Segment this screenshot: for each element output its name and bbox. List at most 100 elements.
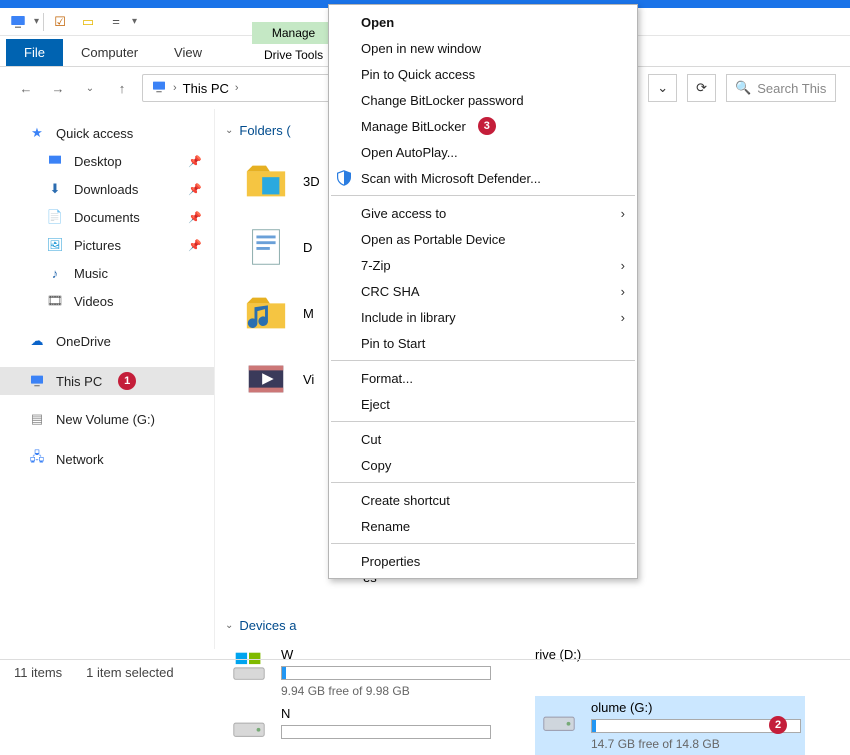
back-button[interactable]: ← <box>14 76 38 100</box>
ctx-crc-sha[interactable]: CRC SHA› <box>329 278 637 304</box>
sidebar-item-label: Quick access <box>56 126 133 141</box>
sidebar-item-label: New Volume (G:) <box>56 412 155 427</box>
drive-g-new-volume[interactable]: olume (G:) 14.7 GB free of 14.8 GB 2 <box>535 696 805 755</box>
sidebar-item-label: Documents <box>74 210 140 225</box>
sidebar-item-onedrive[interactable]: ☁ OneDrive <box>0 327 214 355</box>
desktop-icon <box>46 152 64 170</box>
section-label: Devices a <box>239 618 296 633</box>
shield-icon <box>335 169 353 187</box>
sidebar-item-label: Music <box>74 266 108 281</box>
breadcrumb-this-pc[interactable]: This PC <box>183 81 229 96</box>
separator <box>331 360 635 361</box>
tab-file[interactable]: File <box>6 39 63 66</box>
ctx-eject[interactable]: Eject <box>329 391 637 417</box>
pc-icon <box>28 372 46 390</box>
ctx-pin-quick-access[interactable]: Pin to Quick access <box>329 61 637 87</box>
sidebar-item-label: Desktop <box>74 154 122 169</box>
ctx-pin-to-start[interactable]: Pin to Start <box>329 330 637 356</box>
document-folder-icon <box>243 224 289 270</box>
drive-label: olume (G:) <box>591 700 801 715</box>
status-bar: 11 items 1 item selected <box>0 659 850 685</box>
folder-label: Vi <box>303 372 314 387</box>
status-selected-count: 1 item selected <box>86 665 173 680</box>
ctx-give-access-to[interactable]: Give access to› <box>329 200 637 226</box>
ctx-include-in-library[interactable]: Include in library› <box>329 304 637 330</box>
up-button[interactable]: ↑ <box>110 76 134 100</box>
sidebar-item-this-pc[interactable]: This PC 1 <box>0 367 214 395</box>
drive-free-text: 14.7 GB free of 14.8 GB <box>591 737 801 751</box>
folder-label: M <box>303 306 314 321</box>
ctx-scan-defender[interactable]: Scan with Microsoft Defender... <box>329 165 637 191</box>
check-icon[interactable]: ☑ <box>48 12 72 32</box>
chevron-right-icon: › <box>621 206 625 221</box>
ctx-item-label: Scan with Microsoft Defender... <box>361 171 541 186</box>
drive-icon <box>539 700 579 738</box>
tab-drive-tools[interactable]: Drive Tools <box>248 44 339 66</box>
sidebar-item-documents[interactable]: 📄 Documents 📌 <box>0 203 214 231</box>
ctx-rename[interactable]: Rename <box>329 513 637 539</box>
forward-button[interactable]: → <box>46 76 70 100</box>
document-icon: 📄 <box>46 208 64 226</box>
ctx-cut[interactable]: Cut <box>329 426 637 452</box>
music-folder-icon <box>243 290 289 336</box>
sidebar-item-quick-access[interactable]: ★ Quick access <box>0 119 214 147</box>
ctx-7zip[interactable]: 7-Zip › <box>329 252 637 278</box>
section-label: Folders ( <box>239 123 290 138</box>
callout-badge-2: 2 <box>769 716 787 734</box>
qat-chevron2-icon[interactable]: ▾ <box>132 16 137 27</box>
ctx-change-bitlocker-password[interactable]: Change BitLocker password <box>329 87 637 113</box>
section-devices-header[interactable]: ⌄ Devices a <box>225 618 840 633</box>
folder-label: 3D <box>303 174 320 189</box>
sidebar-item-music[interactable]: ♪ Music <box>0 259 214 287</box>
ctx-create-shortcut[interactable]: Create shortcut <box>329 487 637 513</box>
sidebar-item-desktop[interactable]: Desktop 📌 <box>0 147 214 175</box>
viewmode-dropdown[interactable]: ⌄ <box>648 74 677 102</box>
folder-3d-icon <box>243 158 289 204</box>
ctx-item-label: 7-Zip <box>361 258 391 273</box>
ctx-open-new-window[interactable]: Open in new window <box>329 35 637 61</box>
sidebar-item-new-volume[interactable]: ▤ New Volume (G:) <box>0 405 214 433</box>
recent-chevron-icon[interactable]: ⌄ <box>78 76 102 100</box>
ctx-item-label: Include in library <box>361 310 456 325</box>
chevron-right-icon: › <box>621 258 625 273</box>
equals-icon[interactable]: = <box>104 12 128 32</box>
tab-manage-header: Manage <box>252 22 335 44</box>
drive-icon <box>229 706 269 744</box>
network-icon: 🖧 <box>28 450 46 468</box>
chevron-down-icon: ⌄ <box>225 620 233 631</box>
pc-icon <box>6 12 30 32</box>
separator <box>331 482 635 483</box>
folder-label: D <box>303 240 312 255</box>
ctx-item-label: CRC SHA <box>361 284 420 299</box>
ctx-open[interactable]: Open <box>329 9 637 35</box>
pc-icon <box>151 79 167 98</box>
sidebar-item-pictures[interactable]: 🖼 Pictures 📌 <box>0 231 214 259</box>
search-box[interactable]: 🔍 Search This <box>726 74 836 102</box>
status-item-count: 11 items <box>14 665 62 680</box>
ctx-properties[interactable]: Properties <box>329 548 637 574</box>
star-icon: ★ <box>28 124 46 142</box>
ctx-format[interactable]: Format... <box>329 365 637 391</box>
download-icon: ⬇ <box>46 180 64 198</box>
sidebar-item-videos[interactable]: 🎞 Videos <box>0 287 214 315</box>
sidebar-item-network[interactable]: 🖧 Network <box>0 445 214 473</box>
sidebar-item-label: Network <box>56 452 104 467</box>
ctx-open-portable-device[interactable]: Open as Portable Device <box>329 226 637 252</box>
chevron-right-icon: › <box>235 82 239 94</box>
ctx-item-label: Manage BitLocker <box>361 119 466 134</box>
tab-computer[interactable]: Computer <box>63 39 156 66</box>
drive-label: N <box>281 706 491 721</box>
ctx-open-autoplay[interactable]: Open AutoPlay... <box>329 139 637 165</box>
ctx-copy[interactable]: Copy <box>329 452 637 478</box>
refresh-button[interactable]: ⟳ <box>687 74 716 102</box>
qat-chevron-icon[interactable]: ▾ <box>34 16 39 27</box>
cloud-icon: ☁ <box>28 332 46 350</box>
separator <box>331 195 635 196</box>
folder-small-icon[interactable]: ▭ <box>76 12 100 32</box>
video-icon: 🎞 <box>46 292 64 310</box>
sidebar-item-downloads[interactable]: ⬇ Downloads 📌 <box>0 175 214 203</box>
separator <box>43 13 44 31</box>
tab-view[interactable]: View <box>156 39 220 66</box>
sidebar-item-label: Videos <box>74 294 114 309</box>
ctx-manage-bitlocker[interactable]: Manage BitLocker 3 <box>329 113 637 139</box>
